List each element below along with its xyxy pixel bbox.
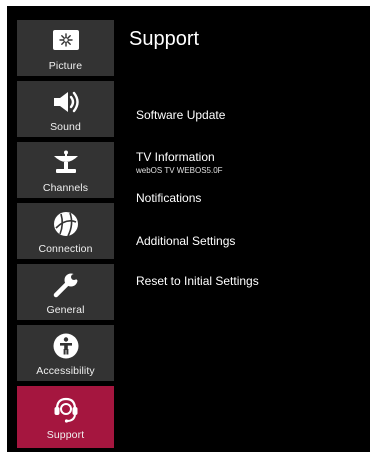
sidebar-item-channels[interactable]: Channels (17, 142, 114, 198)
satellite-dish-icon (51, 149, 81, 177)
reset-initial-settings-item[interactable]: Reset to Initial Settings (136, 274, 259, 288)
tv-information-version: webOS TV WEBOS5.0F (136, 166, 223, 175)
accessibility-icon (51, 332, 81, 360)
sidebar-item-picture[interactable]: Picture (17, 20, 114, 76)
support-panel: Support Software Update TV Information w… (114, 6, 370, 452)
sidebar-item-label: Accessibility (36, 365, 95, 377)
menu-item-label: Additional Settings (136, 234, 236, 248)
menu-item-label: TV Information (136, 150, 215, 164)
sidebar-item-label: Picture (48, 60, 83, 72)
sidebar-item-connection[interactable]: Connection (17, 203, 114, 259)
sidebar-item-label: Support (46, 429, 85, 441)
page-title: Support (129, 28, 200, 50)
tv-information-item[interactable]: TV Information webOS TV WEBOS5.0F (136, 150, 223, 175)
settings-sidebar: Picture Sound Channels Connection Genera… (17, 20, 114, 448)
sidebar-item-label: Sound (50, 121, 81, 133)
menu-item-label: Reset to Initial Settings (136, 274, 259, 288)
additional-settings-item[interactable]: Additional Settings (136, 234, 235, 248)
software-update-item[interactable]: Software Update (136, 108, 225, 122)
menu-item-label: Notifications (136, 191, 202, 205)
sidebar-item-label: Channels (42, 182, 89, 194)
headset-icon (51, 395, 81, 423)
tv-settings-screen: Picture Sound Channels Connection Genera… (7, 6, 370, 452)
wrench-icon (51, 271, 81, 299)
sidebar-item-support[interactable]: Support (17, 386, 114, 448)
globe-icon (51, 210, 81, 238)
sidebar-item-label: Connection (38, 243, 93, 255)
speaker-icon (51, 88, 81, 116)
notifications-item[interactable]: Notifications (136, 191, 201, 205)
sidebar-item-label: General (46, 304, 85, 316)
menu-item-label: Software Update (136, 108, 226, 122)
sidebar-item-accessibility[interactable]: Accessibility (17, 325, 114, 381)
sidebar-item-sound[interactable]: Sound (17, 81, 114, 137)
picture-icon (51, 27, 81, 55)
sidebar-item-general[interactable]: General (17, 264, 114, 320)
